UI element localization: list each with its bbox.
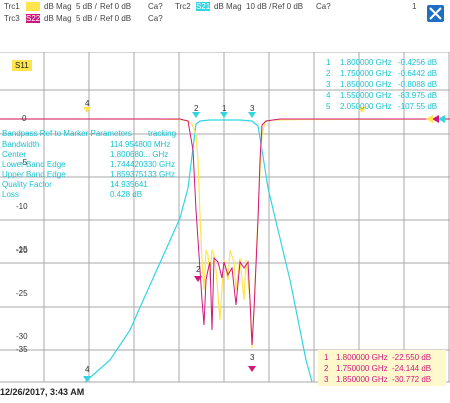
upper-edge-label: Upper Band Edge: [2, 170, 66, 179]
marker-label-3-bottom: 3: [250, 353, 255, 362]
trc3-cal: Ca?: [148, 14, 163, 23]
s22-marker-3-freq: 1.850000 GHz: [336, 375, 388, 384]
marker-4-freq: 1.550000 GHz: [340, 91, 392, 100]
trc2-ref: Ref 0 dB: [272, 2, 304, 11]
q-label: Quality Factor: [2, 180, 52, 189]
marker-3-freq: 1.850000 GHz: [340, 80, 392, 89]
trc2-cal: Ca?: [316, 2, 331, 11]
marker-5-value: -107.55 dB: [398, 102, 438, 111]
lower-edge-label: Lower Band Edge: [2, 160, 66, 169]
y-tick-4: -20: [16, 246, 28, 255]
center-label: Center: [2, 150, 27, 159]
s22-marker-1-num[interactable]: 1: [324, 353, 328, 362]
marker-4-value: -83.975 dB: [398, 91, 438, 100]
marker-1-freq: 1.800000 GHz: [340, 58, 392, 67]
marker-2-freq: 1.750000 GHz: [340, 69, 392, 78]
s22-marker-2-num[interactable]: 2: [324, 364, 328, 373]
bandpass-mode: tracking: [148, 129, 177, 138]
bw-label: Bandwidth: [2, 140, 40, 149]
bandpass-title: Bandpass Ref to Marker Parameters: [2, 129, 132, 138]
s22-marker-flags: [194, 276, 256, 372]
trc1-label[interactable]: Trc1: [4, 2, 20, 11]
y-tick-6: -30: [16, 332, 28, 341]
upper-edge-value: 1.859375133 GHz: [110, 170, 175, 179]
marker-row-1[interactable]: 1: [326, 58, 330, 67]
bw-value: 114.954800 MHz: [110, 140, 171, 149]
marker-row-2[interactable]: 2: [326, 69, 330, 78]
trc3-name[interactable]: Trc3: [4, 14, 20, 23]
trace-header: Trc1 dB Mag 5 dB / Ref 0 dB Ca? Trc3 S22…: [0, 0, 450, 48]
trc1-cal: Ca?: [148, 2, 163, 11]
loss-label: Loss: [2, 190, 19, 199]
s11-trace: [0, 118, 450, 349]
lower-edge-value: 1.744420330 GHz: [110, 160, 175, 169]
marker-row-3[interactable]: 3: [326, 80, 330, 89]
s11-badge[interactable]: S11: [12, 60, 32, 71]
trc2-scale: 10 dB /: [246, 2, 272, 11]
channel-number: 1: [412, 2, 417, 11]
marker-row-5[interactable]: 5: [326, 102, 330, 111]
marker-3-value: -0.8088 dB: [398, 80, 438, 89]
trc2-format: dB Mag: [214, 2, 242, 11]
s22-marker-3-value: -30.772 dB: [392, 375, 432, 384]
s22-marker-2-value: -24.144 dB: [392, 364, 432, 373]
trc1-name: Trc1: [4, 2, 20, 11]
marker-label-2: 2: [194, 104, 199, 113]
s22-marker-1-freq: 1.800000 GHz: [336, 353, 388, 362]
y-tick-7: -35: [16, 345, 28, 354]
marker-label-2-bottom: 2: [196, 265, 201, 274]
s22-trace: [0, 118, 450, 346]
marker-row-4[interactable]: 4: [326, 91, 330, 100]
y-tick-2: -10: [16, 202, 28, 211]
trc3-param-badge[interactable]: S22: [26, 14, 40, 23]
s22-marker-2-freq: 1.750000 GHz: [336, 364, 388, 373]
footer-timestamp: 12/26/2017, 3:43 AM: [0, 387, 85, 397]
q-value: 14.935641: [110, 180, 148, 189]
marker-5-freq: 2.050000 GHz: [340, 102, 392, 111]
rohde-schwarz-logo-icon: [427, 5, 444, 22]
y-tick-0: 0: [22, 114, 27, 123]
ref-level-markers: [426, 115, 445, 123]
center-value: 1.800680... GHz: [110, 150, 169, 159]
marker-label-4-top: 4: [85, 99, 90, 108]
trc2-name[interactable]: Trc2: [175, 2, 191, 11]
trc1-format: dB Mag: [44, 2, 72, 11]
trc3-format: dB Mag: [44, 14, 72, 23]
y-tick-5: -25: [16, 289, 28, 298]
loss-value: 0.428 dB: [110, 190, 143, 199]
marker-2-value: -0.6442 dB: [398, 69, 438, 78]
trc2-param-badge[interactable]: S21: [196, 2, 210, 11]
marker-label-3: 3: [250, 104, 255, 113]
s22-marker-3-num[interactable]: 3: [324, 375, 328, 384]
trc1-ref: Ref 0 dB: [100, 2, 132, 11]
s22-marker-1-value: -22.550 dB: [392, 353, 432, 362]
marker-1-value: -0.4256 dB: [398, 58, 438, 67]
trc1-swatch[interactable]: [26, 2, 40, 11]
s21-marker-flags: [83, 112, 256, 382]
marker-label-1: 1: [222, 104, 227, 113]
marker-table-bottom: 1 1.800000 GHz -22.550 dB 2 1.750000 GHz…: [318, 350, 446, 386]
marker-label-4-bottom: 4: [85, 365, 90, 374]
trc3-ref: Ref 0 dB: [100, 14, 132, 23]
trc3-scale: 5 dB /: [76, 14, 97, 23]
trc1-scale: 5 dB /: [76, 2, 97, 11]
